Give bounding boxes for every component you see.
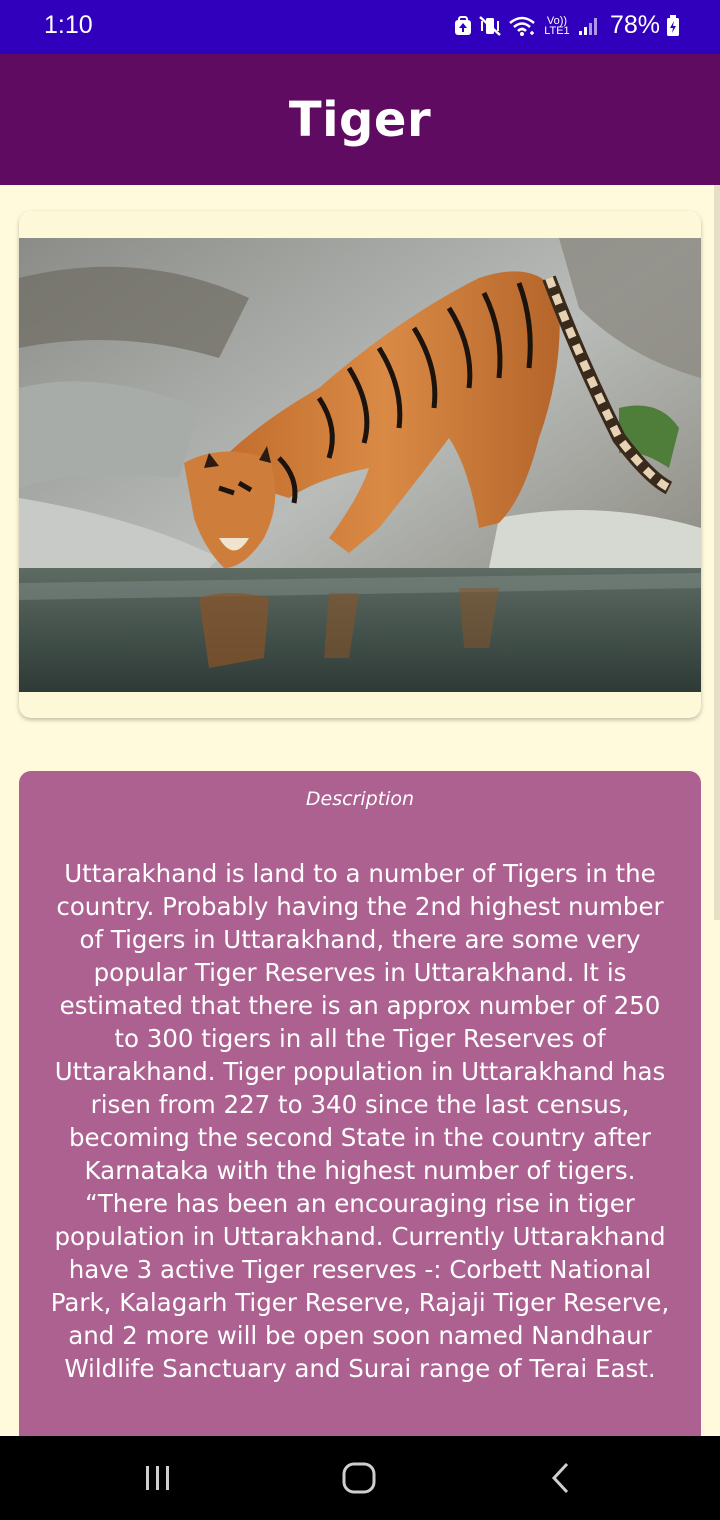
battery-charging-icon xyxy=(666,14,680,37)
back-icon xyxy=(551,1462,569,1494)
image-card xyxy=(19,211,701,718)
status-bar: 1:10 Vo)) LTE1 78% xyxy=(0,0,720,54)
status-time: 1:10 xyxy=(44,11,93,39)
wifi-icon xyxy=(508,15,536,37)
page-title: Tiger xyxy=(288,91,432,148)
description-text: Uttarakhand is land to a number of Tiger… xyxy=(50,859,670,1383)
tiger-photo xyxy=(19,238,701,692)
navigation-bar xyxy=(0,1436,720,1520)
status-icons: Vo)) LTE1 78% xyxy=(454,11,680,40)
app-notification-icon xyxy=(454,15,472,36)
recent-apps-button[interactable] xyxy=(128,1456,188,1500)
vibrate-mute-icon xyxy=(478,15,502,37)
home-icon xyxy=(342,1462,376,1494)
description-heading: Description xyxy=(305,788,415,810)
scrollbar[interactable] xyxy=(714,185,720,920)
recent-apps-icon xyxy=(146,1466,169,1490)
app-bar: Tiger xyxy=(0,54,720,185)
back-button[interactable] xyxy=(531,1456,591,1500)
signal-icon xyxy=(578,16,600,36)
description-card: Description Uttarakhand is land to a num… xyxy=(19,771,701,1471)
battery-percentage: 78% xyxy=(609,11,660,39)
lte-indicator: Vo)) LTE1 xyxy=(544,14,570,37)
home-button[interactable] xyxy=(329,1456,389,1500)
